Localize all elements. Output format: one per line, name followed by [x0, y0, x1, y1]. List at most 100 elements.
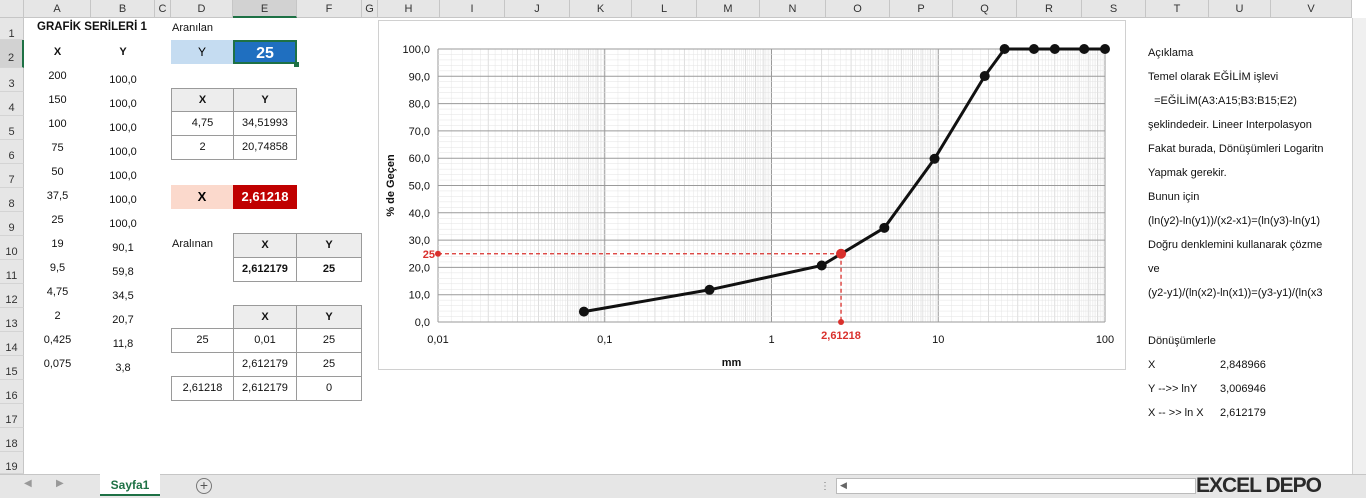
row-header-14[interactable]: 14 [0, 332, 24, 356]
lookup-y-label: Y [171, 40, 233, 64]
column-header-Q[interactable]: Q [953, 0, 1017, 18]
row-header-17[interactable]: 17 [0, 404, 24, 428]
row-header-8[interactable]: 8 [0, 188, 24, 212]
series-y-cell: 100,0 [109, 122, 137, 134]
data-point [704, 284, 715, 295]
grain-size-chart: 0,010,020,030,040,050,060,070,080,090,01… [385, 44, 1114, 369]
table3-cell: 25 [296, 328, 362, 353]
row-header-12[interactable]: 12 [0, 284, 24, 308]
series-y-cell: 59,8 [112, 266, 134, 278]
data-point [1049, 44, 1060, 54]
column-header-U[interactable]: U [1209, 0, 1271, 18]
column-header-B[interactable]: B [91, 0, 155, 18]
select-all-corner[interactable] [0, 0, 24, 18]
row-header-5[interactable]: 5 [0, 116, 24, 140]
lookup-y-value-cell[interactable]: 25 [233, 40, 297, 64]
column-header-D[interactable]: D [171, 0, 233, 18]
row-header-13[interactable]: 13 [0, 308, 24, 332]
row-header-18[interactable]: 18 [0, 428, 24, 452]
table3-cell: 0,01 [233, 328, 297, 353]
row-header-10[interactable]: 10 [0, 236, 24, 260]
conv-label: X -- >> ln X [1148, 407, 1204, 419]
series-x-cell: 50 [51, 166, 64, 178]
series-y-cell: 100,0 [109, 194, 137, 206]
row-header-16[interactable]: 16 [0, 380, 24, 404]
column-header-G[interactable]: G [362, 0, 378, 18]
column-header-P[interactable]: P [890, 0, 953, 18]
series-x-cell: 25 [51, 214, 64, 226]
series-x-header: X [53, 46, 62, 58]
chart-object[interactable]: 0,0 10,0 20,0 30,0 40,0 50,0 60,0 70,0 80,0 90,0 1… [378, 20, 1126, 370]
series-x-cell: 75 [51, 142, 64, 154]
column-header-H[interactable]: H [378, 0, 440, 18]
y-tick-label: 90,0 [409, 71, 430, 83]
add-sheet-icon[interactable]: + [196, 478, 212, 494]
column-header-S[interactable]: S [1082, 0, 1146, 18]
sheet-tab-sayfa1[interactable]: Sayfa1 [100, 474, 160, 496]
series-y-cell: 100,0 [109, 218, 137, 230]
column-header-J[interactable]: J [505, 0, 570, 18]
next-sheet-icon[interactable]: ▶ [56, 478, 64, 489]
row-header-1[interactable]: 1 [0, 18, 24, 40]
y-tick-label: 100,0 [402, 44, 430, 56]
column-header-T[interactable]: T [1146, 0, 1209, 18]
column-header-R[interactable]: R [1017, 0, 1082, 18]
table2-label: Aralınan [172, 238, 213, 250]
column-header-V[interactable]: V [1271, 0, 1352, 18]
x-tick-label: 0,1 [597, 334, 612, 346]
series-y-cell: 100,0 [109, 98, 137, 110]
more-icon: ⋮ [820, 481, 830, 492]
lookup-x-value-cell[interactable]: 2,61218 [233, 185, 297, 209]
series-x-cell: 150 [48, 94, 67, 106]
table1-header-y: Y [233, 88, 297, 112]
x-tick-label: 0,01 [427, 334, 448, 346]
y-tick-label: 30,0 [409, 235, 430, 247]
scroll-left-icon[interactable]: ◀ [840, 480, 847, 491]
table2-cell: 25 [296, 257, 362, 282]
series-y-cell: 100,0 [109, 74, 137, 86]
row-header-3[interactable]: 3 [0, 68, 24, 92]
table3-cell: 2,612179 [233, 352, 297, 377]
fill-handle[interactable] [294, 62, 299, 67]
conv-value: 2,848966 [1220, 359, 1266, 371]
column-header-L[interactable]: L [632, 0, 697, 18]
row-header-7[interactable]: 7 [0, 164, 24, 188]
row-header-6[interactable]: 6 [0, 140, 24, 164]
column-header-A[interactable]: A [24, 0, 91, 18]
data-point [929, 153, 940, 164]
vertical-scrollbar[interactable] [1352, 18, 1366, 474]
series-x-cell: 2 [54, 310, 61, 322]
column-header-C[interactable]: C [155, 0, 171, 18]
column-header-I[interactable]: I [440, 0, 505, 18]
description-line: Fakat burada, Dönüşümleri Logaritn [1148, 143, 1324, 155]
series-y-cell: 3,8 [115, 362, 131, 374]
description-line: (y2-y1)/(ln(x2)-ln(x1))=(y3-y1)/(ln(x3 [1148, 287, 1323, 299]
column-header-M[interactable]: M [697, 0, 760, 18]
series-y-cell: 20,7 [112, 314, 134, 326]
horizontal-scrollbar[interactable]: ◀ [836, 478, 1196, 494]
data-point [816, 260, 827, 271]
table1-cell: 34,51993 [233, 111, 297, 136]
column-header-K[interactable]: K [570, 0, 632, 18]
highlight-point [836, 248, 847, 259]
y-tick-label: 0,0 [415, 317, 430, 329]
row-header-9[interactable]: 9 [0, 212, 24, 236]
x-tick-label: 1 [768, 334, 774, 346]
column-header-O[interactable]: O [826, 0, 890, 18]
prev-sheet-icon[interactable]: ◀ [24, 478, 32, 489]
column-header-E[interactable]: E [233, 0, 297, 18]
conversions-title: Dönüşümlerle [1148, 335, 1216, 347]
column-header-F[interactable]: F [297, 0, 362, 18]
row-header-2[interactable]: 2 [0, 40, 24, 68]
conv-label: Y -->> lnY [1148, 383, 1198, 395]
row-header-15[interactable]: 15 [0, 356, 24, 380]
row-header-11[interactable]: 11 [0, 260, 24, 284]
highlight-x-label: 2,61218 [821, 330, 861, 342]
table3-header-y: Y [296, 305, 362, 329]
description-line: Doğru denklemini kullanarak çözme [1148, 239, 1323, 251]
row-header-19[interactable]: 19 [0, 452, 24, 474]
column-header-N[interactable]: N [760, 0, 826, 18]
description-line: =EĞİLİM(A3:A15;B3:B15;E2) [1148, 95, 1297, 107]
row-header-4[interactable]: 4 [0, 92, 24, 116]
y-tick-label: 80,0 [409, 99, 430, 111]
